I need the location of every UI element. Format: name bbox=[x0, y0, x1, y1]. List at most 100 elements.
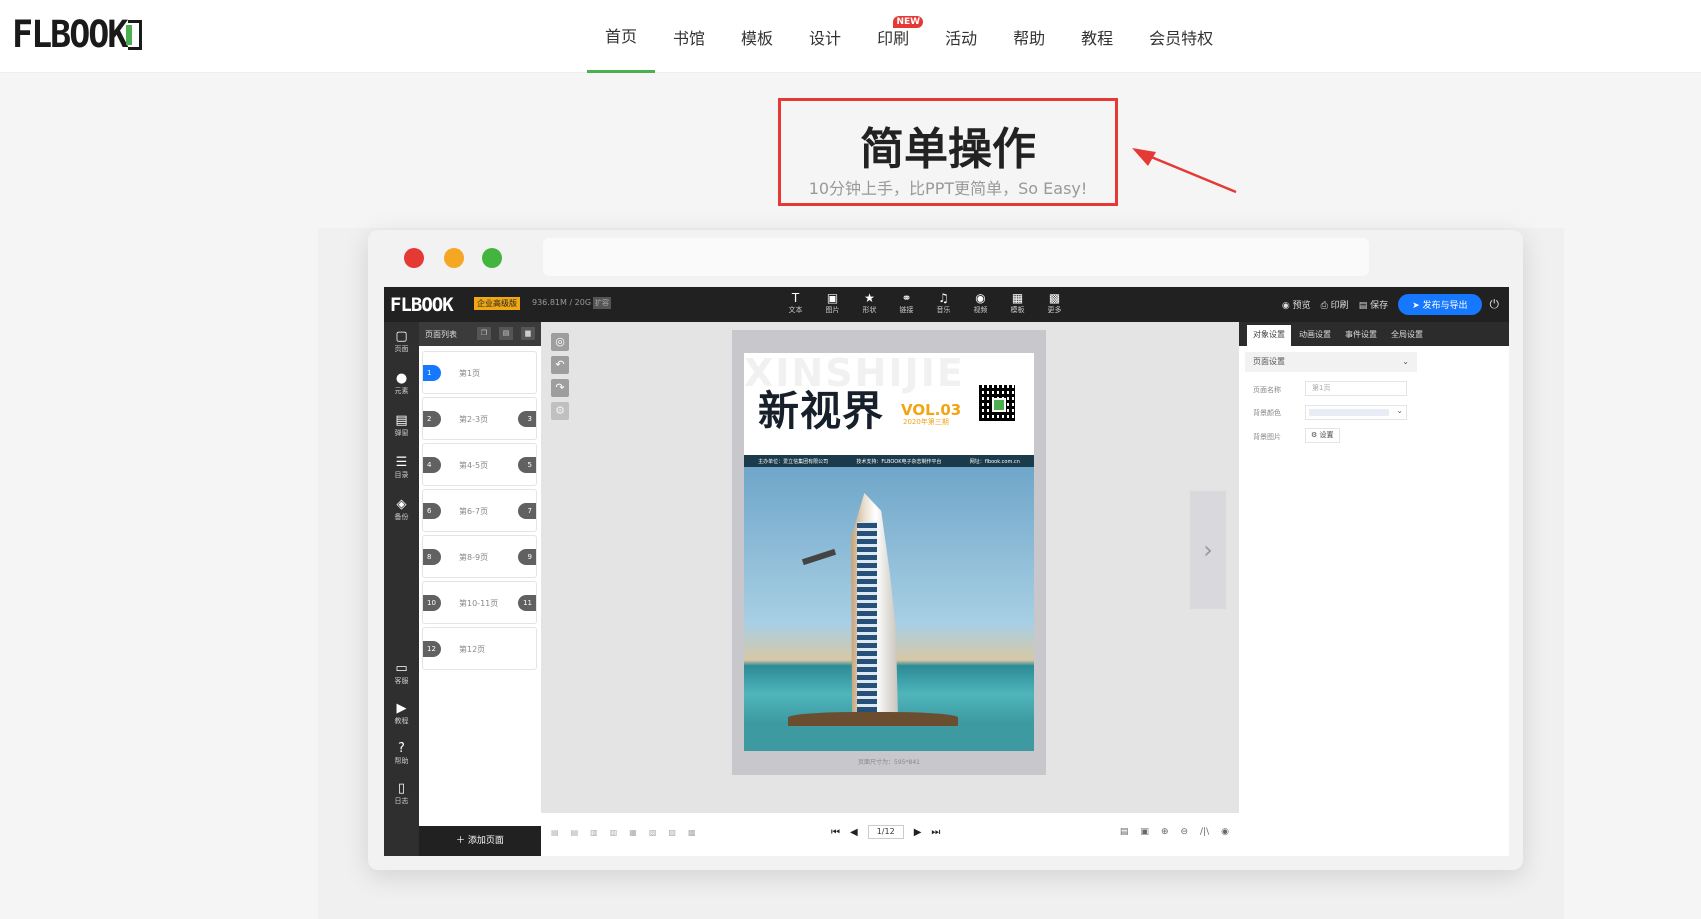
align-middle-icon[interactable]: ▧ bbox=[649, 828, 657, 837]
settings-tab-1[interactable]: 动画设置 bbox=[1293, 325, 1337, 346]
tool-text[interactable]: T 文本 bbox=[784, 291, 807, 315]
page-settings-section[interactable]: 页面设置 ⌄ bbox=[1245, 352, 1417, 372]
zoom-in-icon[interactable]: ⊕ bbox=[1161, 827, 1169, 837]
undo-icon[interactable]: ↶ bbox=[551, 356, 569, 374]
view-tools: ▤ ▣ ⊕ ⊖ /|\ ◉ bbox=[1120, 827, 1229, 837]
page-thumb-2[interactable]: 4 第4-5页 5 bbox=[422, 443, 537, 486]
nav-item-4[interactable]: 印刷 NEW bbox=[859, 0, 927, 73]
page-thumb-3[interactable]: 6 第6-7页 7 bbox=[422, 489, 537, 532]
tool-more[interactable]: ▩ 更多 bbox=[1043, 291, 1066, 315]
rail-item-backup[interactable]: ◈ 备份 bbox=[384, 498, 419, 522]
next-page-chevron-icon[interactable]: › bbox=[1190, 491, 1226, 609]
settings-icon[interactable]: ⚙ bbox=[551, 402, 569, 420]
preview-eye-icon[interactable]: ◉ bbox=[1221, 827, 1229, 837]
nav-item-3[interactable]: 设计 bbox=[791, 0, 859, 73]
page-number-left: 10 bbox=[423, 595, 441, 611]
target-icon[interactable]: ◎ bbox=[551, 333, 569, 351]
page-size-note: 页面尺寸为：595*841 bbox=[858, 759, 920, 766]
tool-shape[interactable]: ★ 形状 bbox=[858, 291, 881, 315]
add-page-label: 添加页面 bbox=[467, 836, 504, 846]
storage-usage: 936.81M / 20G bbox=[532, 298, 592, 307]
document-icon[interactable]: ▤ bbox=[1120, 827, 1129, 837]
add-page-button[interactable]: ＋ 添加页面 bbox=[419, 826, 541, 856]
settings-tab-3[interactable]: 全局设置 bbox=[1385, 325, 1429, 346]
prev-page-icon[interactable]: ◀ bbox=[850, 827, 858, 838]
preview-button[interactable]: ◉ 预览 bbox=[1282, 298, 1311, 311]
duplicate-page-icon[interactable]: ❐ bbox=[477, 327, 491, 340]
settings-tab-0[interactable]: 对象设置 bbox=[1247, 325, 1291, 346]
print-label: 印刷 bbox=[1330, 301, 1349, 311]
align-bottom-icon[interactable]: ▦ bbox=[629, 828, 637, 837]
editor-logo[interactable]: FLBOOK bbox=[390, 294, 454, 316]
page-name-input[interactable]: 第1页 bbox=[1305, 381, 1407, 396]
align-top-icon[interactable]: ▥ bbox=[610, 828, 618, 837]
copy-page-icon[interactable]: ▤ bbox=[499, 327, 513, 340]
tool-link[interactable]: ⚭ 链接 bbox=[895, 291, 918, 315]
cover-photo[interactable] bbox=[744, 467, 1034, 751]
rail-item-page[interactable]: ▢ 页面 bbox=[384, 330, 419, 354]
page-thumb-5[interactable]: 10 第10-11页 11 bbox=[422, 581, 537, 624]
last-page-icon[interactable]: ⏭ bbox=[931, 827, 940, 838]
section-title: 页面设置 bbox=[1253, 357, 1285, 366]
editor-actions: ◉ 预览 ⎙ 印刷 ▤ 保存 ➤ 发布与导出 ⏻ bbox=[1282, 287, 1509, 322]
page-thumb-6[interactable]: 12 第12页 bbox=[422, 627, 537, 670]
save-button[interactable]: ▤ 保存 bbox=[1359, 298, 1388, 311]
power-icon[interactable]: ⏻ bbox=[1490, 297, 1500, 312]
settings-tab-2[interactable]: 事件设置 bbox=[1339, 325, 1383, 346]
publish-export-button[interactable]: ➤ 发布与导出 bbox=[1398, 294, 1482, 315]
rail-label: 帮助 bbox=[394, 757, 409, 765]
cover-title[interactable]: 新视界 bbox=[758, 377, 884, 437]
qr-code-icon[interactable] bbox=[979, 385, 1015, 421]
nav-item-0[interactable]: 首页 bbox=[587, 0, 656, 73]
tool-label: 音乐 bbox=[936, 306, 951, 314]
nav-item-7[interactable]: 教程 bbox=[1063, 0, 1131, 73]
first-page-icon[interactable]: ⏮ bbox=[831, 827, 840, 838]
nav-item-2[interactable]: 模板 bbox=[723, 0, 791, 73]
tool-image[interactable]: ▣ 图片 bbox=[821, 291, 844, 315]
align-right-icon[interactable]: ▤ bbox=[571, 828, 579, 837]
page-indicator[interactable]: 1/12 bbox=[867, 825, 904, 839]
print-button[interactable]: ⎙ 印刷 bbox=[1321, 298, 1349, 311]
nav-item-1[interactable]: 书馆 bbox=[655, 0, 723, 73]
rail-item-help[interactable]: ? 帮助 bbox=[384, 742, 419, 766]
distribute-h-icon[interactable]: ▨ bbox=[668, 828, 676, 837]
distribute-v-icon[interactable]: ▩ bbox=[688, 828, 696, 837]
nav-item-6[interactable]: 帮助 bbox=[995, 0, 1063, 73]
rail-label: 备份 bbox=[394, 513, 409, 521]
bg-image-set-button[interactable]: ⚙ 设置 bbox=[1305, 428, 1340, 443]
storage-expand-tag[interactable]: 扩容 bbox=[593, 297, 611, 309]
magazine-cover[interactable]: XINSHIJIE 新视界 VOL.03 2020年第三期 主办单位：爱立信集团… bbox=[744, 353, 1034, 751]
page-thumb-label: 第2-3页 bbox=[459, 415, 489, 424]
rail-item-popup[interactable]: ▤ 弹窗 bbox=[384, 414, 419, 438]
rail-item-log[interactable]: ▯ 日志 bbox=[384, 782, 419, 806]
tool-music[interactable]: ♫ 音乐 bbox=[932, 291, 955, 315]
page-number-left: 8 bbox=[423, 549, 441, 565]
fit-screen-icon[interactable]: ▣ bbox=[1140, 827, 1149, 837]
zoom-out-icon[interactable]: ⊖ bbox=[1180, 827, 1188, 837]
tool-video[interactable]: ◉ 视频 bbox=[969, 291, 992, 315]
nav-item-8[interactable]: 会员特权 bbox=[1131, 0, 1231, 73]
next-page-icon[interactable]: ▶ bbox=[914, 827, 922, 838]
page-thumb-4[interactable]: 8 第8-9页 9 bbox=[422, 535, 537, 578]
canvas-tools: ◎ ↶ ↷ ⚙ bbox=[551, 333, 569, 425]
minimize-dot-icon bbox=[444, 248, 464, 268]
flbook-logo[interactable]: FLBOOK bbox=[12, 13, 143, 57]
tool-template[interactable]: ▦ 模板 bbox=[1006, 291, 1029, 315]
page-thumb-0[interactable]: 1 第1页 bbox=[422, 351, 537, 394]
tool-label: 文本 bbox=[788, 306, 803, 314]
rail-item-element[interactable]: ● 元素 bbox=[384, 372, 419, 396]
address-bar[interactable] bbox=[543, 238, 1369, 276]
page-name-label: 页面名称 bbox=[1253, 386, 1281, 394]
rail-item-tutorial[interactable]: ▶ 教程 bbox=[384, 702, 419, 726]
toc-icon: ☰ bbox=[395, 455, 408, 470]
ruler-icon[interactable]: /|\ bbox=[1200, 827, 1209, 837]
page-thumb-1[interactable]: 2 第2-3页 3 bbox=[422, 397, 537, 440]
align-left-icon[interactable]: ▤ bbox=[551, 828, 559, 837]
redo-icon[interactable]: ↷ bbox=[551, 379, 569, 397]
rail-item-service[interactable]: ▭ 客服 bbox=[384, 662, 419, 686]
align-center-icon[interactable]: ▥ bbox=[590, 828, 598, 837]
delete-page-icon[interactable]: ▆ bbox=[521, 327, 535, 340]
bg-color-picker[interactable]: ⌄ bbox=[1305, 405, 1407, 420]
nav-item-5[interactable]: 活动 bbox=[927, 0, 995, 73]
rail-item-toc[interactable]: ☰ 目录 bbox=[384, 456, 419, 480]
